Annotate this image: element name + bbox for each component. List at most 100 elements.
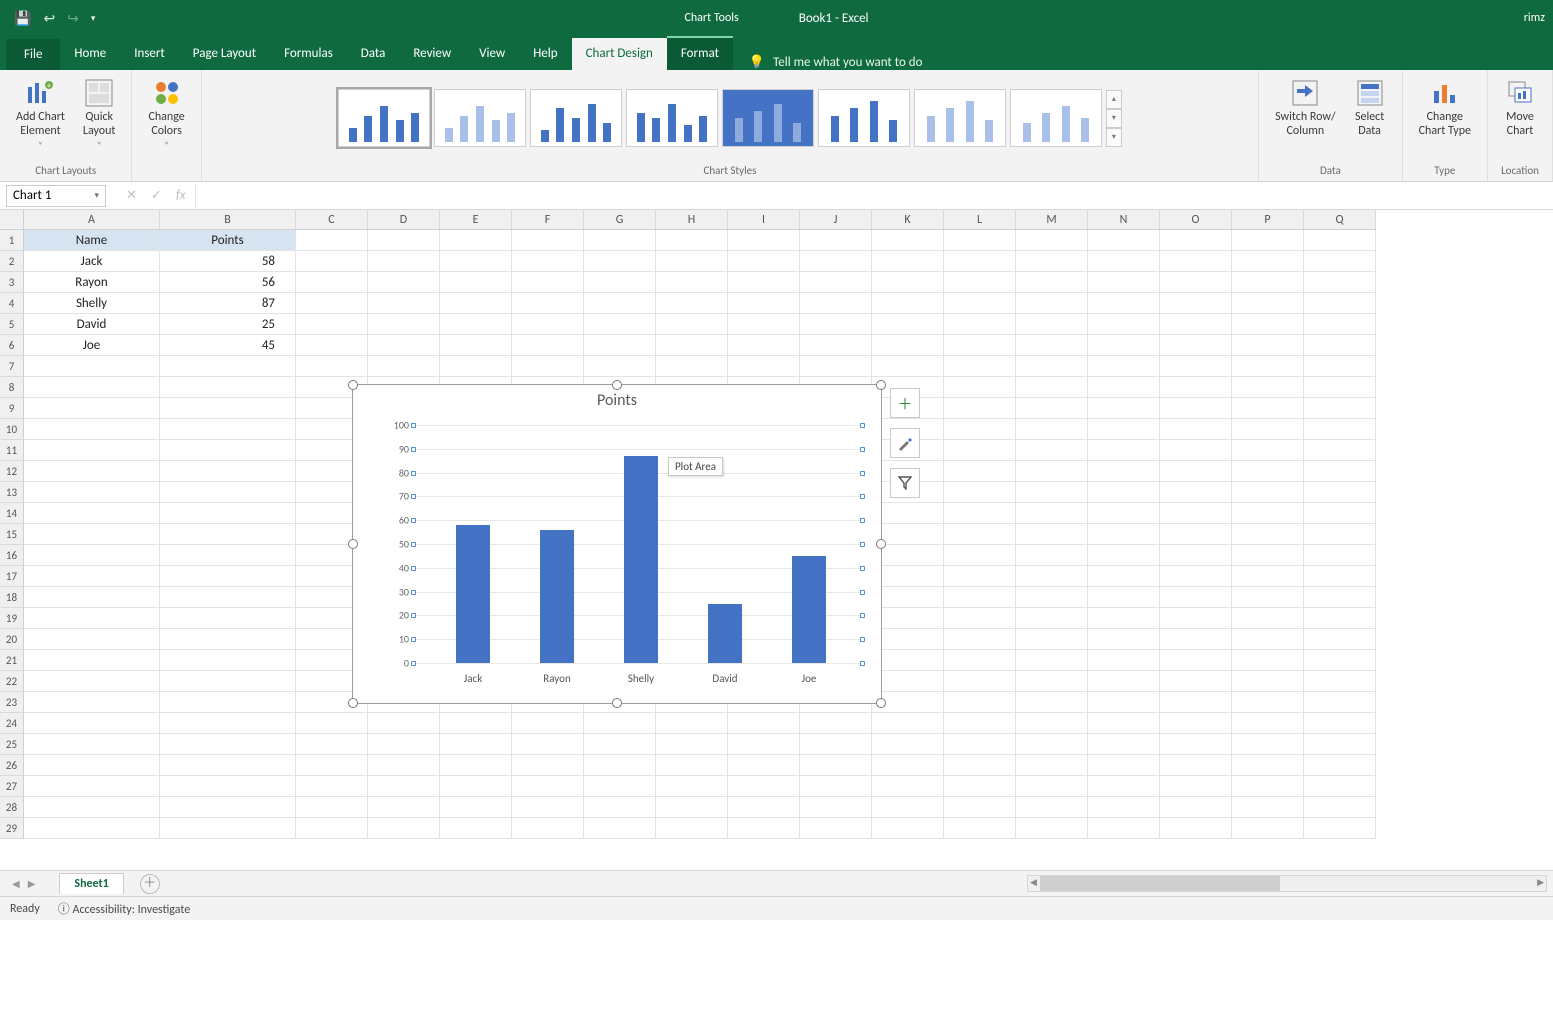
- cancel-formula-icon[interactable]: ✕: [126, 188, 137, 203]
- selection-handle[interactable]: [411, 661, 416, 666]
- cell[interactable]: [584, 356, 656, 377]
- col-header-N[interactable]: N: [1088, 210, 1160, 230]
- cell[interactable]: [728, 293, 800, 314]
- cell[interactable]: [1304, 797, 1376, 818]
- sheet-nav-next-icon[interactable]: ▶: [24, 877, 40, 890]
- cell[interactable]: [1016, 377, 1088, 398]
- add-chart-element-button[interactable]: + Add Chart Element: [10, 74, 71, 154]
- cell[interactable]: [1088, 335, 1160, 356]
- cell[interactable]: [1160, 629, 1232, 650]
- cell[interactable]: [1304, 629, 1376, 650]
- cell[interactable]: [728, 776, 800, 797]
- cell[interactable]: [1160, 566, 1232, 587]
- cell[interactable]: [800, 251, 872, 272]
- cell[interactable]: [440, 818, 512, 839]
- cell[interactable]: [1016, 398, 1088, 419]
- cell[interactable]: [1016, 692, 1088, 713]
- cell[interactable]: [1232, 650, 1304, 671]
- cell[interactable]: [584, 230, 656, 251]
- cell[interactable]: [1232, 377, 1304, 398]
- cell[interactable]: [944, 734, 1016, 755]
- sheet-tab-sheet1[interactable]: Sheet1: [59, 873, 123, 894]
- selection-handle[interactable]: [411, 590, 416, 595]
- cell[interactable]: [1088, 398, 1160, 419]
- cell[interactable]: [1304, 503, 1376, 524]
- cell[interactable]: [512, 755, 584, 776]
- row-header-7[interactable]: 7: [0, 356, 24, 377]
- cell[interactable]: [584, 713, 656, 734]
- cell[interactable]: [944, 818, 1016, 839]
- col-header-J[interactable]: J: [800, 210, 872, 230]
- cell[interactable]: [1232, 755, 1304, 776]
- cell[interactable]: [584, 776, 656, 797]
- cell[interactable]: [1088, 230, 1160, 251]
- cell[interactable]: [24, 419, 160, 440]
- cell[interactable]: [1232, 503, 1304, 524]
- cell[interactable]: [728, 818, 800, 839]
- cell[interactable]: [1160, 230, 1232, 251]
- cell[interactable]: [440, 755, 512, 776]
- cell[interactable]: [296, 776, 368, 797]
- cell[interactable]: [1088, 293, 1160, 314]
- selection-handle[interactable]: [411, 494, 416, 499]
- cell[interactable]: [24, 482, 160, 503]
- cell[interactable]: Joe: [24, 335, 160, 356]
- cell[interactable]: [1088, 608, 1160, 629]
- cell[interactable]: [656, 734, 728, 755]
- cell[interactable]: [584, 755, 656, 776]
- cell[interactable]: [800, 755, 872, 776]
- cell[interactable]: [800, 335, 872, 356]
- cell[interactable]: [160, 629, 296, 650]
- cell[interactable]: [1304, 314, 1376, 335]
- row-header-11[interactable]: 11: [0, 440, 24, 461]
- cell[interactable]: [1304, 398, 1376, 419]
- cell[interactable]: [24, 503, 160, 524]
- tell-me[interactable]: 💡 Tell me what you want to do: [733, 55, 939, 70]
- cell[interactable]: [1088, 713, 1160, 734]
- cell[interactable]: [1088, 314, 1160, 335]
- cell[interactable]: [1232, 776, 1304, 797]
- cell[interactable]: [872, 314, 944, 335]
- tab-page-layout[interactable]: Page Layout: [179, 38, 270, 70]
- cell[interactable]: [1232, 629, 1304, 650]
- cell[interactable]: [1016, 293, 1088, 314]
- cell[interactable]: [24, 734, 160, 755]
- cell[interactable]: [512, 797, 584, 818]
- cell[interactable]: [872, 650, 944, 671]
- cell[interactable]: [1304, 755, 1376, 776]
- cell[interactable]: [872, 755, 944, 776]
- gallery-up-icon[interactable]: ▴: [1106, 90, 1122, 109]
- cell[interactable]: [872, 272, 944, 293]
- selection-handle[interactable]: [411, 542, 416, 547]
- row-header-3[interactable]: 3: [0, 272, 24, 293]
- cell[interactable]: [1232, 314, 1304, 335]
- cell[interactable]: [1232, 461, 1304, 482]
- cell[interactable]: [1160, 335, 1232, 356]
- cell[interactable]: [24, 776, 160, 797]
- cell[interactable]: [872, 776, 944, 797]
- cell[interactable]: [24, 545, 160, 566]
- name-box-dropdown-icon[interactable]: ▾: [94, 190, 99, 201]
- cell[interactable]: [160, 755, 296, 776]
- chart-style-1[interactable]: [338, 89, 430, 147]
- chart-bar[interactable]: [792, 556, 826, 663]
- chart-elements-button[interactable]: ＋: [890, 388, 920, 418]
- quick-layout-button[interactable]: Quick Layout: [77, 74, 122, 154]
- cell[interactable]: [296, 797, 368, 818]
- cell[interactable]: [24, 566, 160, 587]
- row-header-17[interactable]: 17: [0, 566, 24, 587]
- gallery-more-icon[interactable]: ▾: [1106, 128, 1122, 147]
- cell[interactable]: [800, 818, 872, 839]
- cell[interactable]: [1304, 545, 1376, 566]
- select-all-corner[interactable]: [0, 210, 24, 230]
- cell[interactable]: [1232, 608, 1304, 629]
- cell[interactable]: [800, 356, 872, 377]
- cell[interactable]: [1016, 776, 1088, 797]
- cell[interactable]: [1088, 461, 1160, 482]
- cell[interactable]: [872, 671, 944, 692]
- selection-handle[interactable]: [860, 613, 865, 618]
- cell[interactable]: [368, 734, 440, 755]
- cell[interactable]: [944, 419, 1016, 440]
- cell[interactable]: [440, 356, 512, 377]
- row-header-8[interactable]: 8: [0, 377, 24, 398]
